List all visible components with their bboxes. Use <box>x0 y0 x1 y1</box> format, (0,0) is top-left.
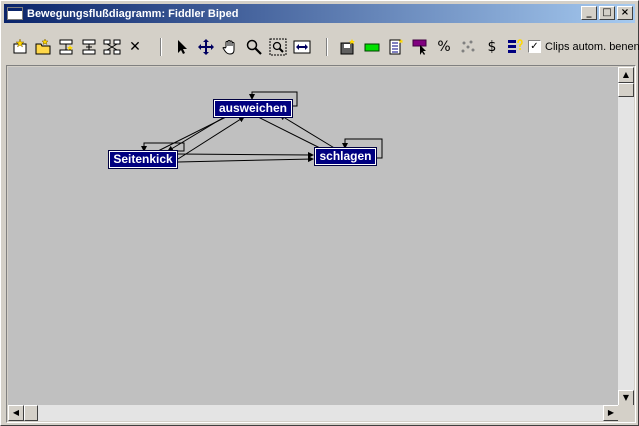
transition-edge <box>177 156 314 163</box>
green-clip-icon[interactable] <box>362 37 382 57</box>
minimize-button[interactable]: _ <box>581 6 597 20</box>
title-bar[interactable]: Bewegungsflußdiagramm: Fiddler Biped _ □… <box>4 4 635 23</box>
open-clip-icon[interactable] <box>33 37 53 57</box>
pan-hand-icon[interactable] <box>220 37 240 57</box>
transition-edge <box>177 116 245 160</box>
list-icon[interactable] <box>386 37 406 57</box>
insert-transition-icon[interactable] <box>79 37 99 57</box>
scroll-left-button[interactable]: ◀ <box>8 405 24 421</box>
delete-icon[interactable]: ✕ <box>125 37 145 57</box>
window-controls: _ □ × <box>579 6 633 20</box>
zoom-region-icon[interactable] <box>268 37 288 57</box>
purple-marker-icon[interactable] <box>410 37 430 57</box>
transition-edge <box>141 142 185 152</box>
scrollbar-corner <box>618 405 634 421</box>
node-seitenkick[interactable]: Seitenkick <box>108 150 178 169</box>
diagram-canvas[interactable]: ausweichen Seitenkick schlagen <box>8 67 619 406</box>
fit-extents-icon[interactable] <box>292 37 312 57</box>
close-button[interactable]: × <box>617 6 633 20</box>
auto-clips-label: Clips autom. benen <box>545 40 639 53</box>
dollar-icon[interactable]: $ <box>482 37 502 57</box>
diagram-viewport: ausweichen Seitenkick schlagen ▲ ▼ ◀ ▶ <box>6 65 636 423</box>
transition-edge <box>177 151 314 158</box>
node-schlagen[interactable]: schlagen <box>314 147 377 166</box>
add-transition-icon[interactable] <box>56 37 76 57</box>
node-ausweichen[interactable]: ausweichen <box>213 99 293 118</box>
zoom-icon[interactable] <box>244 37 264 57</box>
toolbar: ✕ % $ ✓ Clips autom. benen <box>4 25 639 61</box>
scroll-right-button[interactable]: ▶ <box>603 405 619 421</box>
random-icon[interactable] <box>458 37 478 57</box>
toolbar-separator <box>160 38 162 56</box>
horizontal-scrollbar[interactable]: ◀ ▶ <box>8 405 619 421</box>
toolbar-separator <box>326 38 328 56</box>
maximize-button[interactable]: □ <box>599 6 615 20</box>
transition-edges <box>141 91 383 163</box>
vertical-scroll-thumb[interactable] <box>618 83 634 97</box>
window-title: Bewegungsflußdiagramm: Fiddler Biped <box>27 7 239 20</box>
auto-clips-option: ✓ Clips autom. benen <box>528 40 639 53</box>
horizontal-scroll-thumb[interactable] <box>24 405 38 421</box>
select-arrow-icon[interactable] <box>172 37 192 57</box>
motion-flow-window: Bewegungsflußdiagramm: Fiddler Biped _ □… <box>0 0 639 426</box>
auto-clips-checkbox[interactable]: ✓ <box>528 40 541 53</box>
vertical-scrollbar[interactable]: ▲ ▼ <box>618 67 634 406</box>
multi-transition-icon[interactable] <box>102 37 122 57</box>
properties-icon[interactable] <box>504 37 524 57</box>
scroll-up-button[interactable]: ▲ <box>618 67 634 83</box>
new-clip-icon[interactable] <box>10 37 30 57</box>
transition-edge <box>155 112 235 153</box>
scroll-down-button[interactable]: ▼ <box>618 390 634 406</box>
window-icon <box>7 7 23 20</box>
move-icon[interactable] <box>196 37 216 57</box>
save-motion-icon[interactable] <box>338 37 358 57</box>
percent-icon[interactable]: % <box>434 37 454 57</box>
